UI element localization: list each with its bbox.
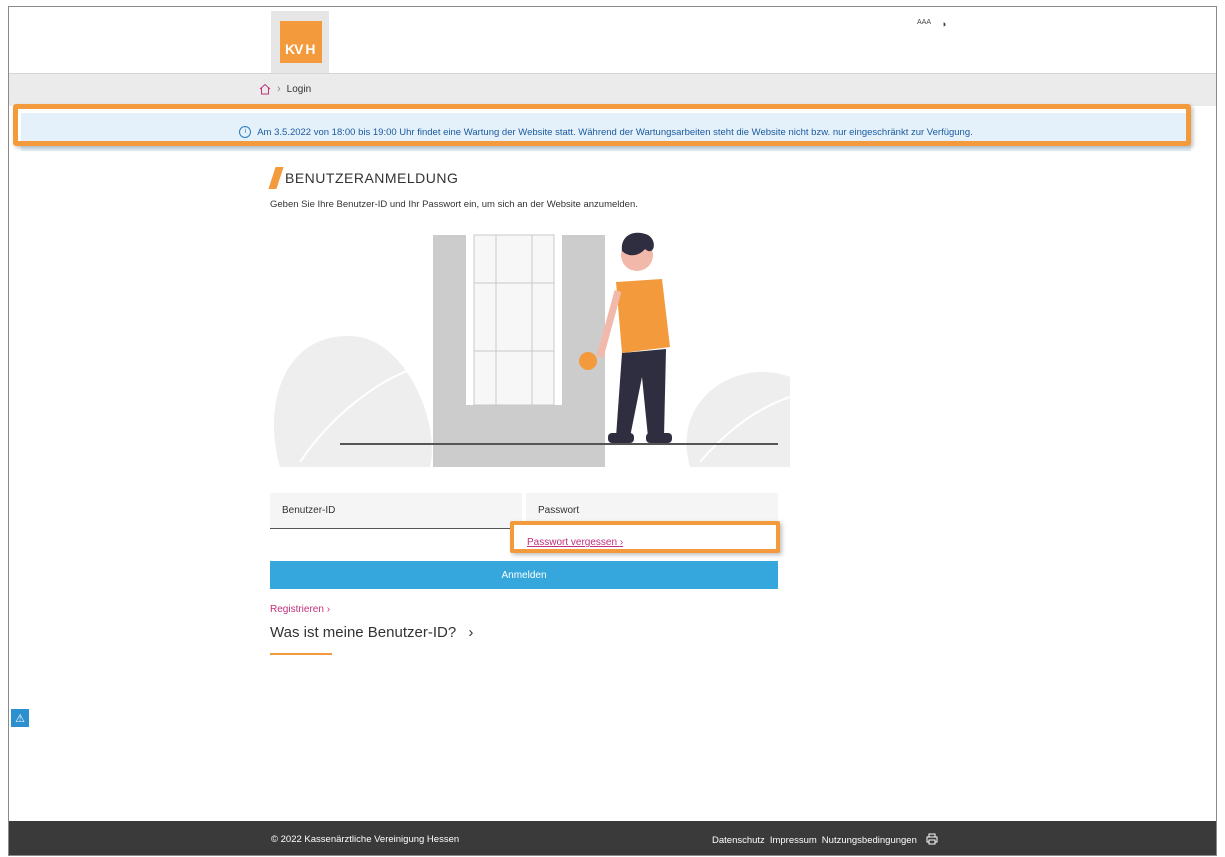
- register-label: Registrieren: [270, 604, 324, 615]
- user-id-input[interactable]: Benutzer-ID: [270, 493, 522, 529]
- what-is-user-id-link[interactable]: Was ist meine Benutzer-ID? ›: [270, 624, 473, 641]
- title-accent-slash: [268, 167, 284, 189]
- accent-underline: [270, 653, 332, 655]
- notice-highlight-box: [13, 104, 1191, 146]
- login-instructions: Geben Sie Ihre Benutzer-ID und Ihr Passw…: [270, 199, 638, 210]
- kvh-logo[interactable]: KV H: [280, 21, 322, 63]
- chevron-right-icon: ›: [326, 604, 331, 615]
- contrast-toggle-icon[interactable]: ◑: [941, 19, 946, 29]
- logo-container[interactable]: KV H: [271, 11, 329, 73]
- breadcrumb-bar: › Login: [9, 73, 1216, 106]
- accessibility-tools: AAA ◑: [917, 19, 946, 29]
- copyright-text: © 2022 Kassenärztliche Vereinigung Hesse…: [271, 834, 460, 845]
- print-icon[interactable]: [926, 833, 938, 848]
- browser-frame: KV H AAA ◑ › Login i Am 3.5.2022 von 18:…: [8, 6, 1217, 856]
- footer-links: Datenschutz Impressum Nutzungsbedingunge…: [712, 833, 938, 848]
- site-header: KV H AAA ◑: [9, 7, 1216, 73]
- login-illustration: [273, 232, 790, 467]
- logo-text: KV H: [285, 41, 315, 57]
- site-footer: © 2022 Kassenärztliche Vereinigung Hesse…: [9, 821, 1216, 855]
- warning-icon[interactable]: ⚠: [11, 709, 29, 727]
- breadcrumb: › Login: [259, 83, 311, 95]
- breadcrumb-current: Login: [286, 83, 312, 95]
- home-icon[interactable]: [259, 83, 271, 95]
- page-title: BENUTZERANMELDUNG: [285, 170, 459, 186]
- forgot-password-link[interactable]: Passwort vergessen ›: [527, 537, 623, 548]
- login-section: BENUTZERANMELDUNG Geben Sie Ihre Benutze…: [268, 167, 790, 655]
- forgot-password-label: Passwort vergessen: [527, 537, 618, 548]
- what-is-user-id-label: Was ist meine Benutzer-ID?: [270, 624, 457, 641]
- footer-link-datenschutz[interactable]: Datenschutz: [712, 835, 765, 846]
- register-link[interactable]: Registrieren ›: [270, 604, 330, 615]
- footer-link-nutzungsbedingungen[interactable]: Nutzungsbedingungen: [822, 835, 917, 846]
- chevron-right-icon: ›: [619, 537, 624, 548]
- chevron-right-icon: ›: [468, 624, 474, 641]
- footer-link-impressum[interactable]: Impressum: [770, 835, 817, 846]
- font-size-toggle[interactable]: AAA: [917, 19, 931, 29]
- login-button[interactable]: Anmelden: [270, 561, 778, 589]
- chevron-right-icon: ›: [277, 83, 281, 95]
